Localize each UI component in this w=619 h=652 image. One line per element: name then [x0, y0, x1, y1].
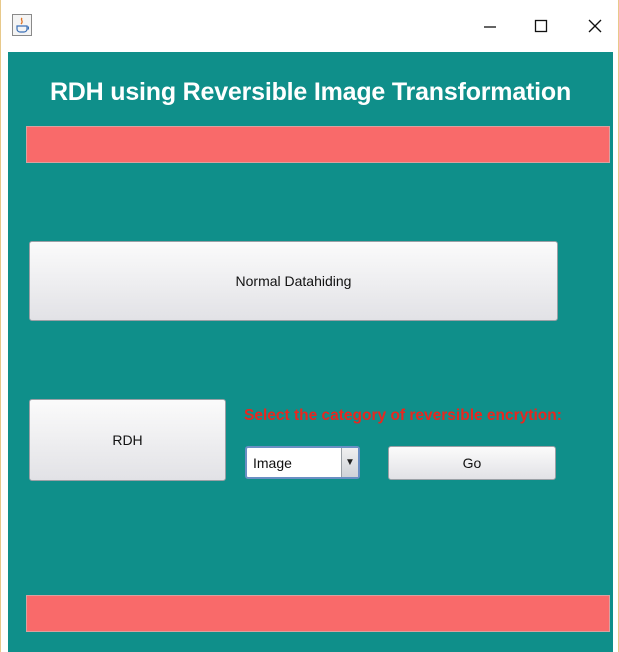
- page-title: RDH using Reversible Image Transformatio…: [49, 78, 572, 106]
- minimize-icon: [484, 26, 496, 28]
- category-label: Select the category of reversible encryt…: [244, 407, 562, 424]
- close-icon: [588, 19, 602, 33]
- top-status-bar: [26, 126, 610, 163]
- category-select-value: Image: [253, 454, 292, 471]
- minimize-button[interactable]: [465, 0, 515, 52]
- bottom-status-bar: [26, 595, 610, 632]
- category-select[interactable]: Image ▼: [245, 446, 360, 479]
- main-panel: RDH using Reversible Image Transformatio…: [8, 52, 613, 652]
- app-window: RDH using Reversible Image Transformatio…: [0, 0, 619, 652]
- go-button[interactable]: Go: [388, 446, 556, 480]
- close-button[interactable]: [570, 0, 619, 52]
- maximize-button[interactable]: [516, 0, 566, 52]
- rdh-button[interactable]: RDH: [29, 399, 226, 481]
- title-bar: [1, 0, 618, 52]
- java-icon: [12, 14, 32, 36]
- maximize-icon: [534, 19, 548, 33]
- dropdown-arrow-icon[interactable]: ▼: [341, 448, 358, 477]
- normal-datahiding-button[interactable]: Normal Datahiding: [29, 241, 558, 321]
